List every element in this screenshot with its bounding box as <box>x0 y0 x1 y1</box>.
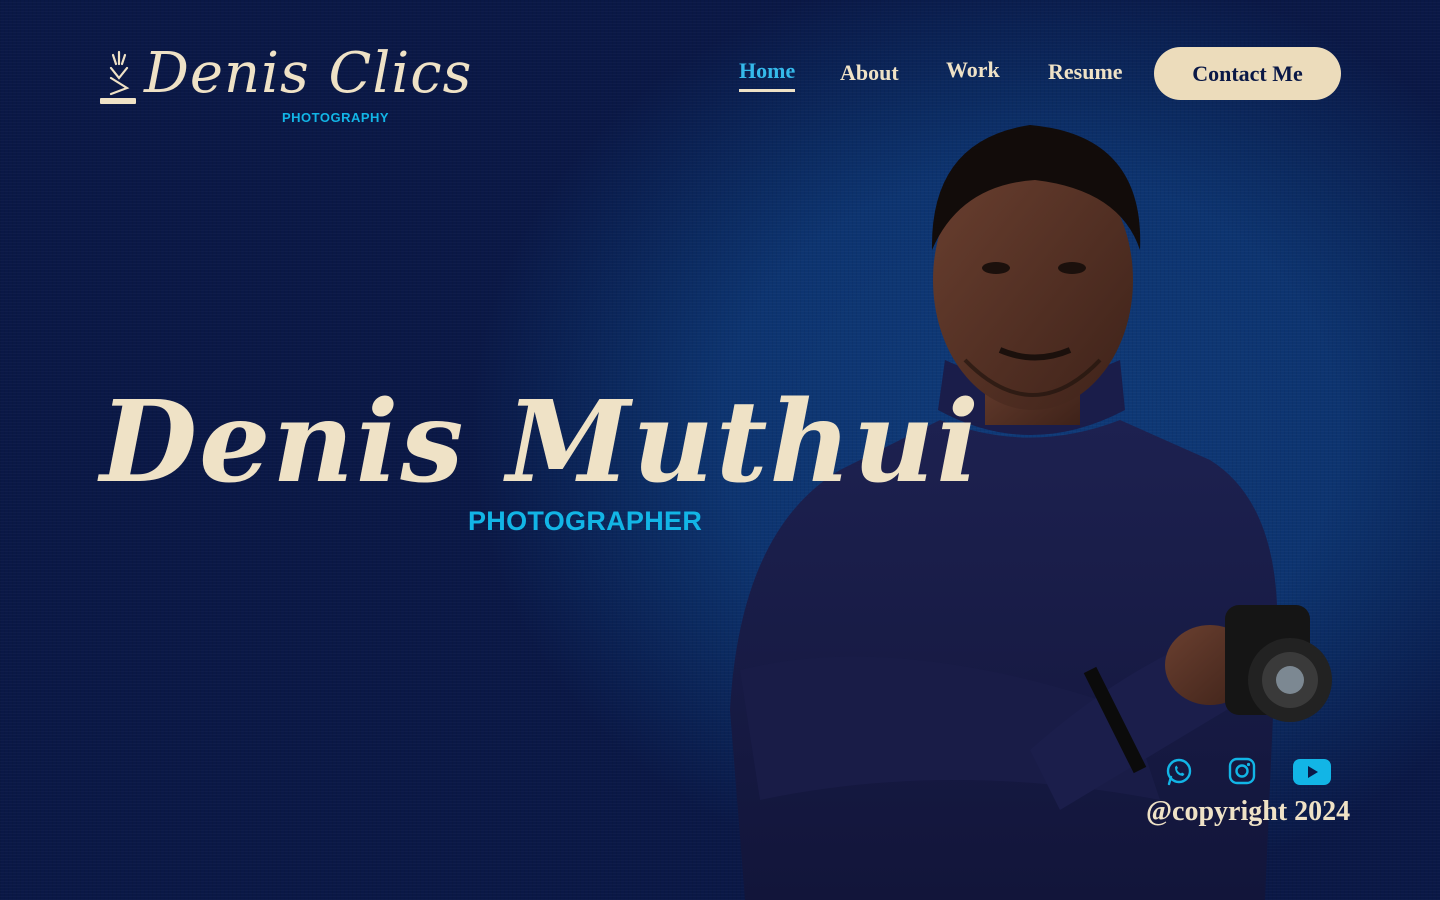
instagram-icon[interactable] <box>1228 757 1256 785</box>
nav-work[interactable]: Work <box>946 57 1000 89</box>
nav-resume[interactable]: Resume <box>1048 59 1123 91</box>
nav-home[interactable]: Home <box>739 58 796 92</box>
contact-me-button[interactable]: Contact Me <box>1154 47 1341 100</box>
social-links <box>1162 755 1342 791</box>
brand-script-name: Denis Clics <box>144 41 473 106</box>
hero-name: Denis Muthui <box>100 377 981 508</box>
copyright-text: @copyright 2024 <box>1146 796 1351 827</box>
tripod-logo-icon <box>100 50 136 104</box>
brand-tagline: PHOTOGRAPHY <box>282 110 390 125</box>
whatsapp-icon[interactable] <box>1164 757 1194 787</box>
hero-role: PHOTOGRAPHER <box>468 506 703 536</box>
youtube-icon[interactable] <box>1292 757 1332 787</box>
nav-about[interactable]: About <box>840 60 899 92</box>
brand-logo[interactable]: Denis Clics PHOTOGRAPHY <box>100 42 471 128</box>
